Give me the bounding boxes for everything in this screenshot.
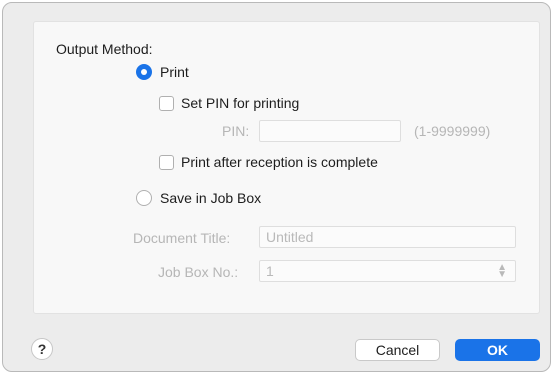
options-panel: Output Method: Print Set PIN for printin…	[33, 21, 540, 314]
help-button[interactable]: ?	[31, 338, 53, 360]
document-title-label: Document Title:	[133, 230, 231, 246]
print-after-reception-checkbox[interactable]	[159, 155, 174, 170]
ok-button[interactable]: OK	[455, 339, 540, 361]
job-box-no-select[interactable]: 1 ▲ ▼	[259, 260, 516, 282]
pin-label: PIN:	[222, 123, 250, 139]
print-radio[interactable]	[136, 64, 152, 80]
updown-chevron-icon: ▲ ▼	[497, 262, 507, 280]
save-job-box-radio[interactable]	[136, 190, 152, 206]
set-pin-checkbox[interactable]	[159, 96, 174, 111]
print-radio-label[interactable]: Print	[160, 64, 189, 80]
print-after-reception-label[interactable]: Print after reception is complete	[181, 154, 378, 170]
set-pin-label[interactable]: Set PIN for printing	[181, 95, 299, 111]
pin-input[interactable]	[259, 120, 401, 142]
job-box-no-label: Job Box No.:	[158, 264, 239, 280]
output-method-label: Output Method:	[56, 41, 153, 57]
document-title-input[interactable]: Untitled	[259, 226, 516, 248]
print-options-dialog: Output Method: Print Set PIN for printin…	[2, 2, 551, 372]
save-job-box-label[interactable]: Save in Job Box	[160, 190, 261, 206]
job-box-no-value: 1	[266, 263, 274, 279]
cancel-button[interactable]: Cancel	[355, 339, 440, 361]
pin-range-hint: (1-9999999)	[414, 123, 491, 139]
